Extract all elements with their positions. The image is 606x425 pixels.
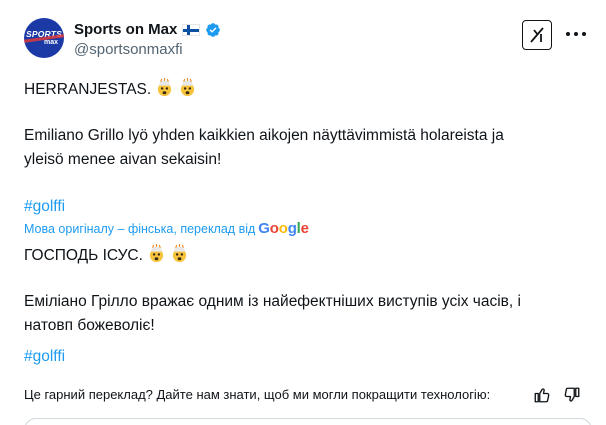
translated-hashtag[interactable]: #golffi (24, 345, 65, 369)
translated-line-3: натовп божеволіє! (24, 317, 155, 334)
exploding-head-emoji (181, 78, 195, 97)
avatar[interactable]: SPORTS max (24, 18, 64, 58)
translated-line-2: Еміліано Грілло вражає одним із найефект… (24, 293, 521, 310)
google-letter: e (300, 220, 309, 237)
translation-notice-text: Мова оригіналу – фінська, переклад від (24, 221, 256, 236)
google-letter: o (278, 220, 288, 237)
author-names: Sports on Max @sportsonmaxfi (74, 21, 221, 58)
more-icon[interactable] (566, 26, 586, 42)
thumbs-down-icon[interactable] (563, 386, 581, 404)
display-name[interactable]: Sports on Max (74, 21, 177, 38)
grok-button[interactable] (522, 20, 552, 50)
thumbs-up-icon[interactable] (533, 386, 551, 404)
original-line-2: Emiliano Grillo lyö yhden kaikkien aikoj… (24, 127, 504, 144)
tweet-header: SPORTS max Sports on Max @sportsonmaxfi (24, 18, 586, 66)
original-exclamation: HERRANJESTAS. (24, 81, 152, 98)
original-hashtag[interactable]: #golffi (24, 195, 65, 219)
more-dot (566, 32, 570, 36)
exploding-head-emoji (149, 244, 164, 263)
more-dot (574, 32, 578, 36)
google-logo: Google (258, 220, 309, 237)
google-letter: g (287, 220, 297, 237)
translation-notice[interactable]: Мова оригіналу – фінська, переклад від G… (24, 220, 309, 237)
verified-badge-icon[interactable] (205, 22, 221, 38)
translated-line-1: ГОСПОДЬ ІСУС. (24, 244, 189, 268)
more-dot (582, 32, 586, 36)
grok-icon (530, 27, 544, 43)
original-line-3: yleisö menee aivan sekaisin! (24, 151, 222, 168)
google-letter: G (258, 220, 270, 237)
media-card-edge (24, 418, 592, 425)
translation-feedback-prompt: Це гарний переклад? Дайте нам знати, щоб… (24, 387, 491, 402)
avatar-text-bottom: max (43, 39, 58, 47)
translated-exclamation: ГОСПОДЬ ІСУС. (24, 247, 143, 264)
author-handle[interactable]: @sportsonmaxfi (74, 41, 221, 58)
exploding-head-emoji (158, 78, 172, 97)
original-line-1: HERRANJESTAS. (24, 78, 197, 102)
exploding-head-emoji (172, 244, 187, 263)
google-letter: o (269, 220, 279, 237)
name-row: Sports on Max (74, 21, 221, 38)
flag-finland-icon (182, 23, 201, 36)
